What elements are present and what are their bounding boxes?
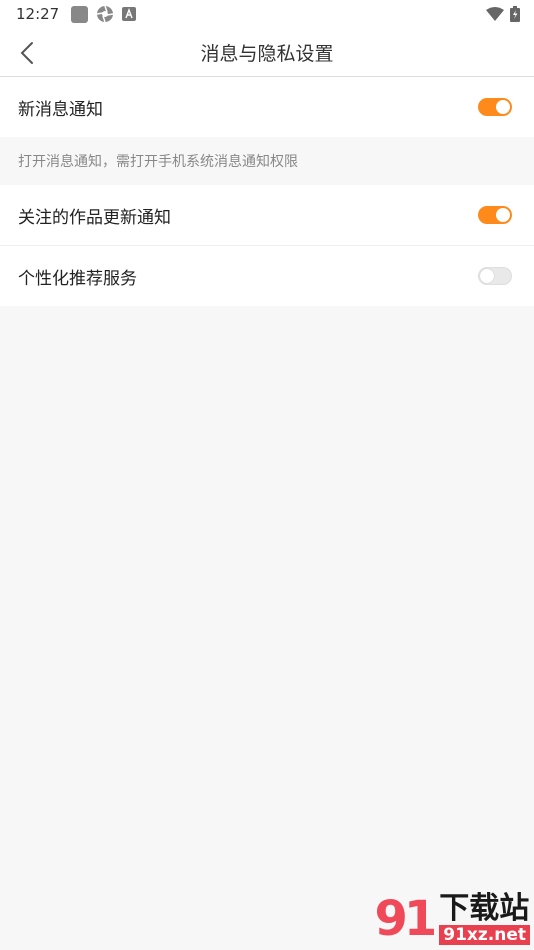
- back-button[interactable]: [12, 38, 42, 68]
- status-time: 12:27: [16, 5, 60, 23]
- follow-updates-toggle[interactable]: [478, 206, 512, 224]
- gallery-icon: [71, 5, 89, 23]
- notification-hint: 打开消息通知，需打开手机系统消息通知权限: [0, 137, 534, 185]
- personalized-toggle[interactable]: [478, 267, 512, 285]
- new-message-toggle[interactable]: [478, 98, 512, 116]
- setting-label: 个性化推荐服务: [18, 268, 137, 289]
- toggle-knob: [480, 269, 494, 283]
- setting-row-personalized[interactable]: 个性化推荐服务: [0, 246, 534, 306]
- wifi-icon: [486, 7, 504, 21]
- setting-row-follow-updates[interactable]: 关注的作品更新通知: [0, 185, 534, 245]
- setting-label: 新消息通知: [18, 99, 103, 120]
- battery-charging-icon: [510, 6, 520, 22]
- watermark-text: 下载站: [439, 891, 530, 927]
- status-bar: 12:27: [0, 0, 534, 28]
- toggle-knob: [496, 208, 510, 222]
- toggle-knob: [496, 100, 510, 114]
- page-title: 消息与隐私设置: [200, 42, 334, 65]
- setting-label: 关注的作品更新通知: [18, 207, 171, 228]
- watermark: 91 下载站 91xz.net: [364, 888, 534, 950]
- watermark-url: 91xz.net: [439, 924, 530, 945]
- setting-row-new-message[interactable]: 新消息通知: [0, 77, 534, 137]
- watermark-logo: 91: [374, 891, 437, 947]
- aperture-icon: [97, 5, 114, 23]
- navbar: 消息与隐私设置: [0, 28, 534, 77]
- chevron-left-icon: [20, 42, 33, 64]
- app-a-icon: [122, 7, 137, 21]
